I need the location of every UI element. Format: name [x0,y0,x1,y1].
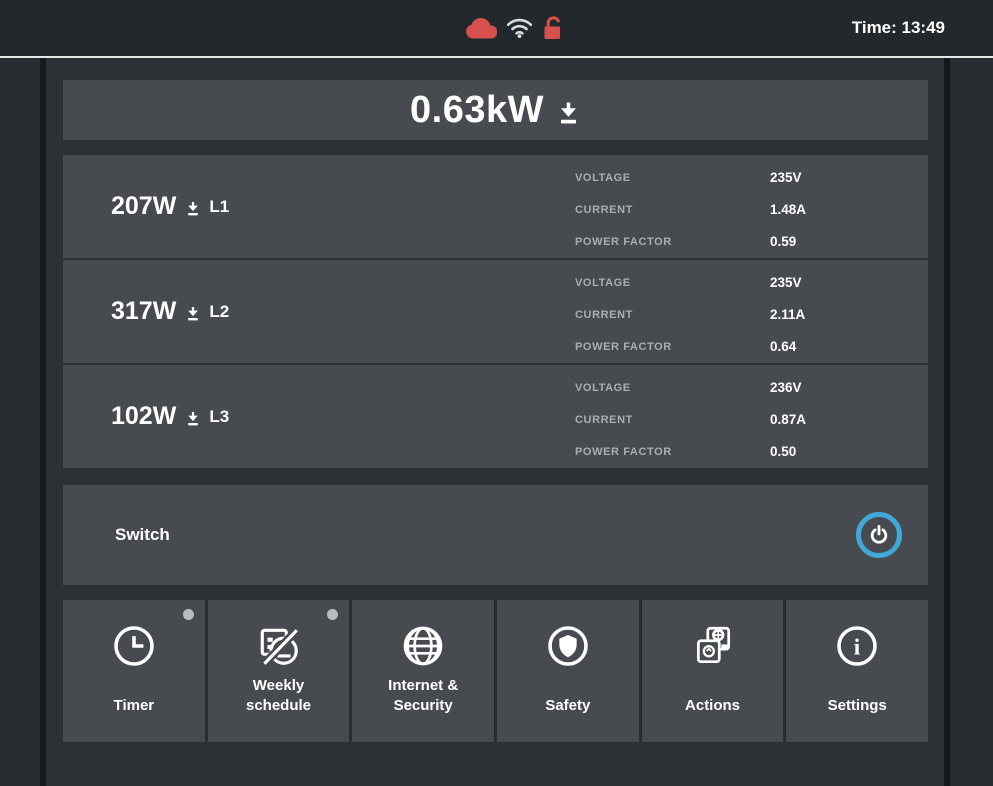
tab-label: Settings [786,696,928,716]
import-arrow-icon [185,201,201,217]
tab-label: Internet & Security [352,676,494,716]
tab-settings[interactable]: i Settings [786,600,928,742]
phase-l2-reading: 317W L2 [63,297,229,326]
topbar: Time: 13:49 [0,0,993,56]
phase-row-l1[interactable]: 207W L1 VOLTAGE 235V CURRENT 1.48A [63,155,928,258]
tab-label: Timer [63,696,205,716]
status-icons [465,16,565,41]
phase-l2-power: 317W [111,297,176,326]
tab-label: Weekly schedule [208,676,350,716]
power-toggle-button[interactable] [856,512,902,558]
tab-internet-security[interactable]: Internet & Security [352,600,494,742]
phase-l1-stats: VOLTAGE 235V CURRENT 1.48A POWER FACTOR … [575,170,912,249]
stat-voltage-value: 235V [770,275,802,290]
switch-label: Switch [115,525,170,545]
stat-power-factor-label: POWER FACTOR [575,341,770,353]
phase-l3-stats: VOLTAGE 236V CURRENT 0.87A POWER FACTOR … [575,380,912,459]
power-icon [868,524,890,546]
phase-l2-name: L2 [209,302,229,322]
phase-row-l2[interactable]: 317W L2 VOLTAGE 235V CURRENT 2.11A [63,260,928,363]
stat-voltage: VOLTAGE 235V [575,170,912,185]
stat-voltage-label: VOLTAGE [575,172,770,184]
tab-timer[interactable]: Timer [63,600,205,742]
stat-voltage: VOLTAGE 235V [575,275,912,290]
stat-current-label: CURRENT [575,414,770,426]
stat-current-label: CURRENT [575,204,770,216]
phase-list: 207W L1 VOLTAGE 235V CURRENT 1.48A [63,155,928,468]
import-arrow-icon [185,306,201,322]
phase-l2-stats: VOLTAGE 235V CURRENT 2.11A POWER FACTOR … [575,275,912,354]
lock-open-icon [542,16,565,41]
wifi-icon [506,18,533,39]
tab-label: Safety [497,696,639,716]
stat-voltage: VOLTAGE 236V [575,380,912,395]
stat-voltage-label: VOLTAGE [575,277,770,289]
stat-current-value: 1.48A [770,202,806,217]
tab-label: Actions [642,696,784,716]
stat-power-factor: POWER FACTOR 0.50 [575,444,912,459]
stat-power-factor-label: POWER FACTOR [575,446,770,458]
phase-row-l3[interactable]: 102W L3 VOLTAGE 236V CURRENT 0.87A [63,365,928,468]
import-arrow-icon [556,101,581,126]
switch-card: Switch [63,485,928,585]
stat-power-factor: POWER FACTOR 0.64 [575,339,912,354]
shield-icon [545,622,591,670]
phase-l1-name: L1 [209,197,229,217]
phase-l1-power: 207W [111,192,176,221]
main-panel: 0.63kW 207W L1 [40,58,950,786]
phase-l3-reading: 102W L3 [63,402,229,431]
cloud-icon [465,17,497,40]
stat-voltage-value: 236V [770,380,802,395]
stat-current-value: 2.11A [770,307,805,322]
device-time: Time: 13:49 [852,18,993,38]
bottom-menu: Timer Weekly schedule [63,600,928,742]
stat-power-factor-label: POWER FACTOR [575,236,770,248]
svg-text:i: i [854,634,861,659]
stat-current: CURRENT 2.11A [575,307,912,322]
stat-power-factor-value: 0.50 [770,444,796,459]
stat-voltage-value: 235V [770,170,802,185]
stat-voltage-label: VOLTAGE [575,382,770,394]
phase-l3-power: 102W [111,402,176,431]
notification-dot [327,609,338,620]
phase-l3-name: L3 [209,407,229,427]
globe-icon [400,622,446,670]
tab-safety[interactable]: Safety [497,600,639,742]
stat-current: CURRENT 1.48A [575,202,912,217]
info-icon: i [834,622,880,670]
stat-power-factor-value: 0.59 [770,234,796,249]
phase-l1-reading: 207W L1 [63,192,229,221]
stat-power-factor: POWER FACTOR 0.59 [575,234,912,249]
tab-actions[interactable]: Actions [642,600,784,742]
stat-current-label: CURRENT [575,309,770,321]
stat-current: CURRENT 0.87A [575,412,912,427]
stat-power-factor-value: 0.64 [770,339,796,354]
notification-dot [183,609,194,620]
import-arrow-icon [185,411,201,427]
stat-current-value: 0.87A [770,412,806,427]
actions-icon [690,622,736,670]
clock-icon [111,622,157,670]
tab-weekly-schedule[interactable]: Weekly schedule [208,600,350,742]
total-power-card: 0.63kW [63,80,928,140]
total-power-value: 0.63kW [410,89,544,132]
schedule-disabled-icon [256,622,302,670]
